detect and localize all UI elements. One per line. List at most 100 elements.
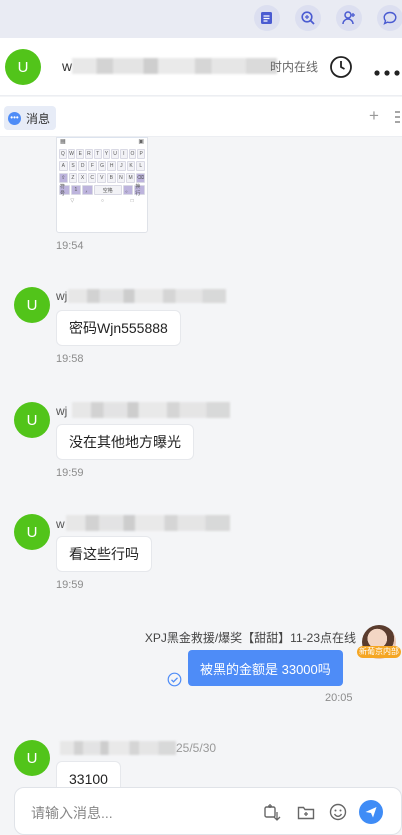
keyboard-key: G (97, 161, 107, 171)
keyboard-key: 1 (70, 185, 82, 195)
keyboard-key: N (116, 173, 126, 183)
sender-name-redacted (68, 289, 226, 303)
folder-icon[interactable] (296, 802, 316, 822)
contact-name: w (62, 58, 73, 74)
keyboard-key: V (97, 173, 107, 183)
keyboard-key: P (137, 149, 146, 159)
tab-bar: ••• 消息 + (0, 97, 402, 137)
message-bubble[interactable]: 没在其他地方曝光 (56, 424, 194, 460)
keyboard-key: U (111, 149, 119, 159)
message-time: 19:59 (56, 467, 84, 479)
avatar-badge: 新葡京内部 (357, 646, 401, 658)
message-bubble[interactable]: 密码Wjn555888 (56, 310, 181, 346)
more-options-icon[interactable] (373, 64, 401, 76)
sender-date-fragment: 25/5/30 (176, 741, 217, 755)
keyboard-key: H (107, 161, 117, 171)
message-composer: 请输入消息... (14, 787, 402, 835)
message-text: 被黑的金额是 33000吗 (200, 661, 331, 677)
avatar-letter: U (17, 58, 29, 76)
message-time: 19:58 (56, 353, 84, 365)
keyboard-key: A (59, 161, 68, 171)
keyboard-key: 符号 (59, 184, 70, 197)
keyboard-key: Y (102, 149, 111, 159)
keyboard-key: D (78, 161, 88, 171)
online-status: 时内在线 (270, 60, 319, 74)
keyboard-key: K (126, 161, 136, 171)
sender-avatar[interactable]: U (14, 287, 50, 323)
sender-name: w (56, 517, 65, 531)
message-dots-icon: ••• (8, 111, 21, 125)
screenshot-icon[interactable] (262, 802, 282, 822)
chat-header: U w 时内在线 (0, 38, 402, 96)
sender-avatar[interactable]: U (14, 514, 50, 550)
contact-name-redacted (72, 58, 277, 74)
message-input[interactable]: 请输入消息... (31, 803, 113, 823)
keyboard-row: ASDFGHJKL (59, 161, 146, 171)
keyboard-key: S (68, 161, 78, 171)
keyboard-key: T (93, 149, 102, 159)
search-zoom-icon[interactable] (295, 5, 321, 31)
keyboard-key: F (88, 161, 97, 171)
sender-avatar[interactable]: U (14, 402, 50, 438)
send-button[interactable] (359, 800, 383, 824)
image-message[interactable]: ▦ ▣ QWERTYUIOP ASDFGHJKL ⇧ Z X C V B N M ⌫ 符号 1，空格… (56, 137, 148, 233)
keyboard-key: X (78, 173, 87, 183)
avatar-letter: U (26, 296, 38, 314)
sender-avatar[interactable]: U (14, 740, 50, 776)
keyboard-key: B (107, 173, 116, 183)
message-time: 19:54 (56, 240, 84, 252)
tab-messages[interactable]: ••• 消息 (4, 106, 57, 130)
keyboard-key: C (87, 173, 97, 183)
sender-name: wj (56, 289, 68, 303)
tab-menu-icon[interactable] (392, 109, 402, 125)
sender-name-redacted (72, 402, 230, 418)
keyboard-key: I (119, 149, 128, 159)
message-time: 20:05 (325, 692, 353, 704)
add-user-icon[interactable] (336, 5, 362, 31)
chat-bubble-icon[interactable] (377, 5, 402, 31)
message-list[interactable]: ▦ ▣ QWERTYUIOP ASDFGHJKL ⇧ Z X C V B N M ⌫ 符号 1，空格… (0, 137, 402, 787)
keyboard-key: ⇧ (59, 173, 68, 183)
keyboard-row: QWERTYUIOP (59, 149, 146, 159)
clock-icon[interactable] (329, 55, 353, 79)
notes-icon[interactable] (254, 5, 280, 31)
keyboard-key: W (67, 149, 76, 159)
contact-avatar[interactable]: U (5, 49, 41, 85)
keyboard-key: ⌫ (135, 173, 145, 183)
keyboard-row: ⇧ Z X C V B N M ⌫ (59, 173, 145, 183)
message-text: 没在其他地方曝光 (69, 434, 181, 450)
keyboard-key: Z (68, 173, 78, 183)
send-icon (365, 807, 377, 818)
message-bubble[interactable]: 33100 (56, 761, 121, 787)
keyboard-key: J (117, 161, 126, 171)
keyboard-key: 换行 (134, 184, 145, 197)
keyboard-key: 空格 (93, 185, 122, 195)
keyboard-key: L (136, 161, 146, 171)
keyboard-key: M (126, 173, 135, 183)
keyboard-key: O (128, 149, 137, 159)
message-text: 看这些行吗 (69, 546, 139, 562)
self-message-bubble[interactable]: 被黑的金额是 33000吗 (188, 650, 343, 686)
keyboard-key: R (85, 149, 93, 159)
emoji-icon[interactable] (328, 802, 348, 822)
keyboard-row: 符号 1，空格。换行 (59, 184, 145, 197)
keyboard-key: 。 (122, 185, 134, 195)
avatar-letter: U (26, 411, 38, 429)
image-toolbar: ▦ ▣ (60, 139, 144, 145)
keyboard-key: Q (59, 149, 67, 159)
read-status-icon (167, 672, 182, 687)
top-toolbar (0, 0, 402, 38)
keyboard-key: ， (82, 185, 93, 195)
keyboard-key: E (76, 149, 85, 159)
sender-name-redacted (66, 515, 230, 531)
sender-name: wj (56, 404, 68, 418)
avatar-letter: U (26, 749, 38, 767)
message-bubble[interactable]: 看这些行吗 (56, 536, 152, 572)
message-time: 19:59 (56, 579, 84, 591)
self-sender-name: XPJ黑金救援/爆奖【甜甜】11-23点在线 (144, 631, 356, 645)
message-text: 密码Wjn555888 (69, 320, 168, 336)
sender-name-redacted (60, 741, 176, 755)
add-tab-icon[interactable]: + (369, 106, 379, 126)
message-text: 33100 (69, 771, 108, 787)
avatar-letter: U (26, 523, 38, 541)
